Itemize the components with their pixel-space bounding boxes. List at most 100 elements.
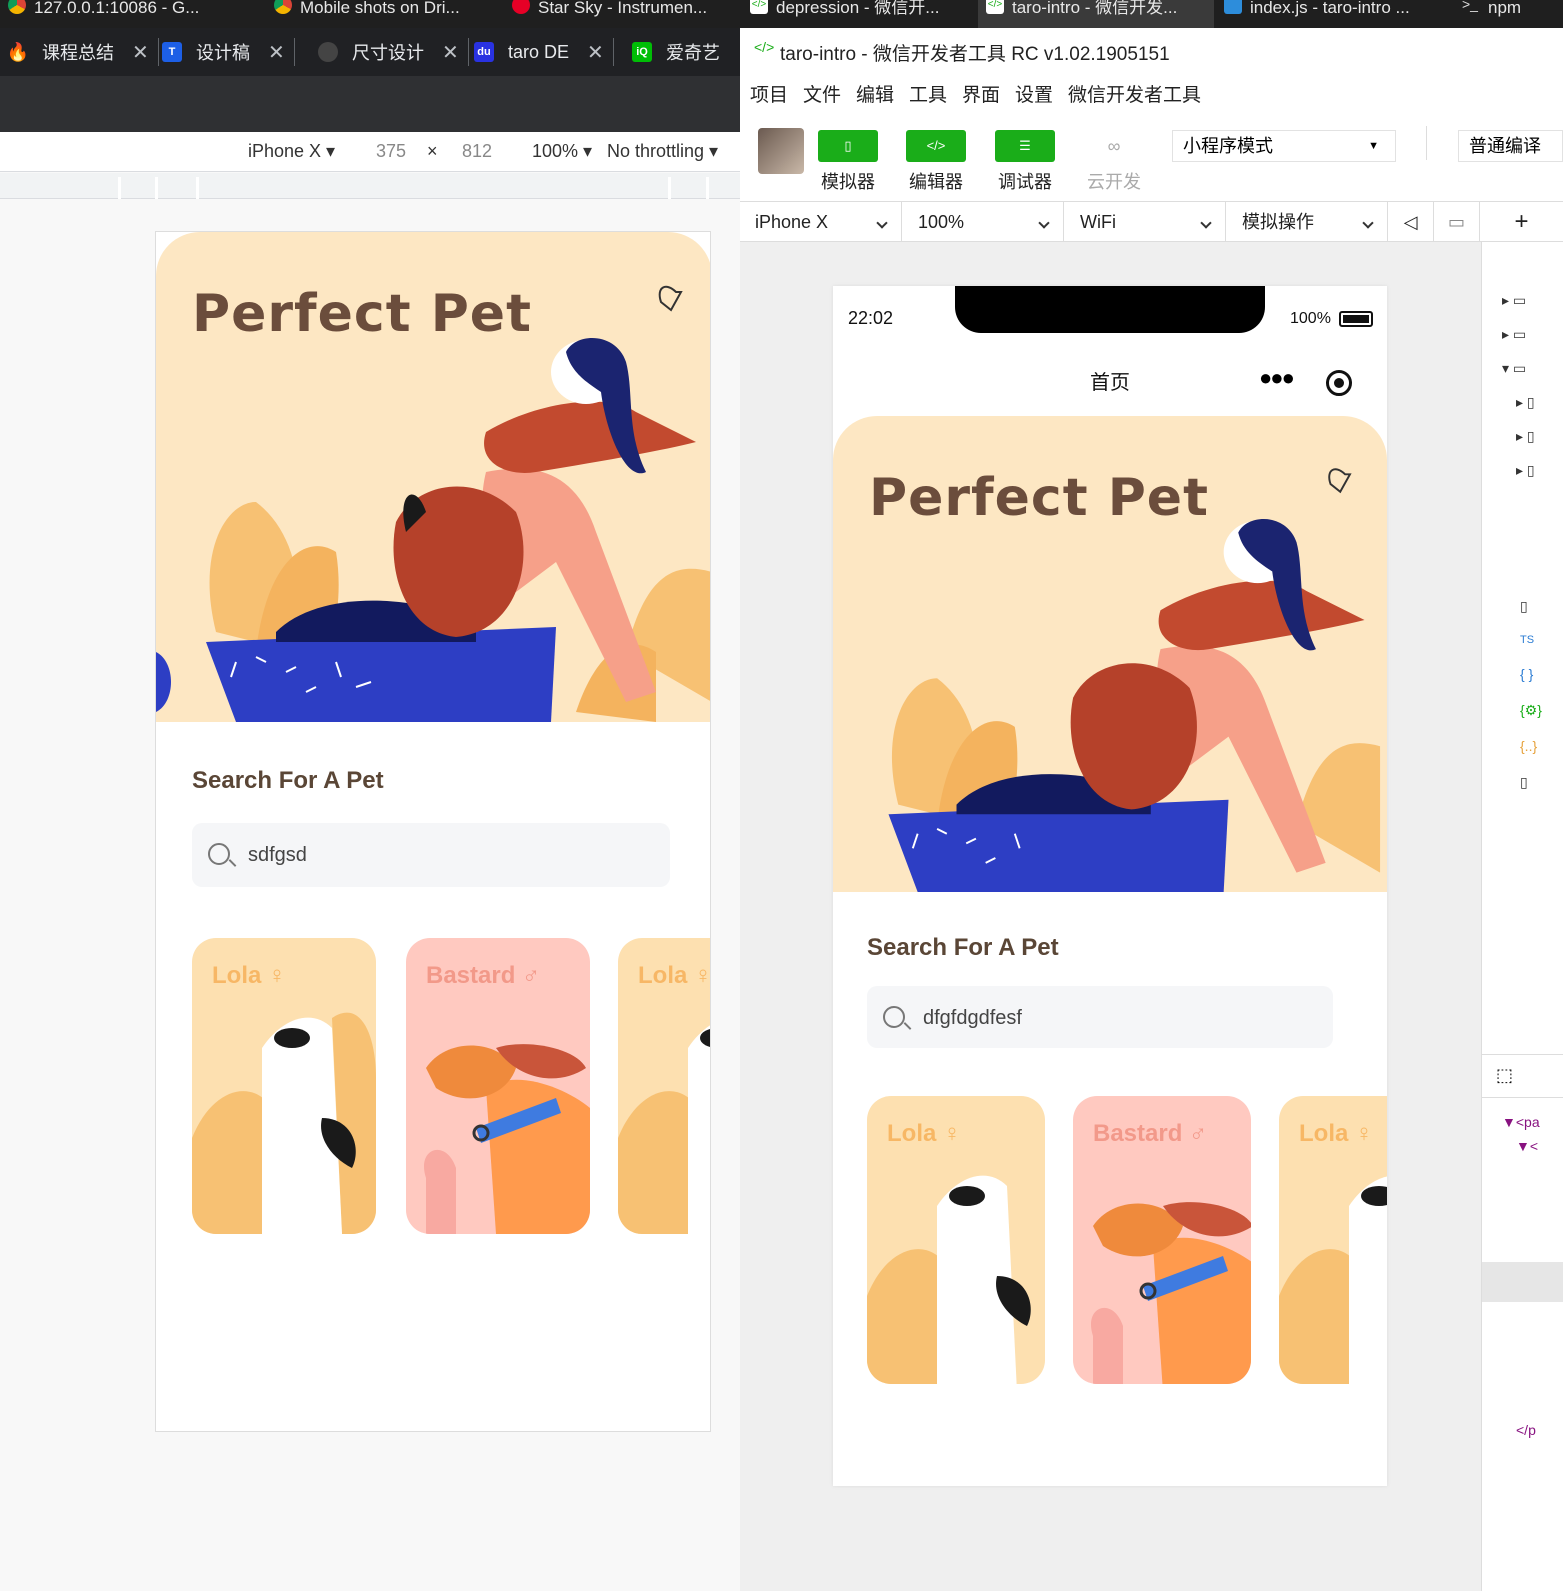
tab-iqiyi[interactable]: iQ 爱奇艺 [632,34,720,70]
close-tab-icon[interactable]: ✕ [587,40,604,65]
search-input[interactable]: sdfgsd [192,823,670,887]
mode-select[interactable]: 小程序模式 ▼ [1172,130,1396,162]
cloud-dev-button[interactable]: ∞ 云开发 [1084,130,1144,194]
status-time: 22:02 [848,308,894,328]
menu-tools[interactable]: 工具 [909,80,947,107]
menu-settings[interactable]: 设置 [1015,80,1053,107]
simulator-button[interactable]: ▯ 模拟器 [818,130,878,194]
taskbar-label: npm [1488,0,1522,17]
zoom-select[interactable]: 100% ▾ [532,141,592,162]
simulate-ops-select[interactable]: 模拟操作 [1226,202,1388,242]
device-select[interactable]: iPhone X ▾ [248,141,335,162]
menu-file[interactable]: 文件 [803,80,841,107]
section-title: Search For A Pet [192,767,384,794]
wxss-file-icon[interactable]: {..} [1520,738,1537,754]
file-icon[interactable]: ▯ [1520,598,1528,615]
taskbar-label: depression - 微信开... [776,0,940,17]
pet-card[interactable]: Lola ♀ [192,938,376,1234]
caret-down-icon [1200,217,1212,229]
search-input[interactable]: dfgfdgdfesf [867,986,1333,1048]
device-value: iPhone X [755,212,829,232]
device-select[interactable]: iPhone X [740,202,902,242]
code-line: ▼< [1516,1138,1539,1154]
mode-value: 小程序模式 [1183,136,1273,156]
tab-taro[interactable]: du taro DE ✕ [474,34,614,70]
hero-banner: Perfect Pet [833,416,1387,892]
simulator-label: 模拟器 [821,172,875,192]
folder-icon[interactable]: ▸ ▭ [1502,326,1526,343]
tab-course-summary[interactable]: 🔥 课程总结 ✕ [7,34,159,70]
dimension-separator: × [427,141,438,161]
pet-card[interactable]: Bastard ♂ [406,938,590,1234]
taskbar-label: 127.0.0.1:10086 - G... [34,0,200,17]
taskbar-item-wechat-depression[interactable]: </> depression - 微信开... [742,0,978,28]
tab-label: 课程总结 [42,43,114,63]
netease-music-icon [512,0,530,14]
debugger-button[interactable]: ☰ 调试器 [995,130,1055,194]
selected-node-highlight [1482,1262,1563,1302]
config-file-icon[interactable]: {⚙} [1520,702,1542,719]
menu-wechat-devtools[interactable]: 微信开发者工具 [1068,80,1201,107]
debugger-label: 调试器 [998,172,1052,192]
close-capsule-icon[interactable] [1326,370,1352,396]
network-select[interactable]: WiFi [1064,202,1226,242]
taskbar-item-netease[interactable]: Star Sky - Instrumen... [504,0,740,28]
folder-icon[interactable]: ▸ ▯ [1516,394,1535,411]
iqiyi-icon: iQ [632,42,652,62]
more-icon[interactable]: ●●● [1259,367,1295,389]
detach-button[interactable]: ▭ [1434,202,1480,242]
wechat-devtools-icon: </> [986,0,1004,14]
phone-notch [955,286,1265,333]
code-line: </p [1516,1422,1536,1438]
tab-label: 爱奇艺 [666,43,720,63]
menu-interface[interactable]: 界面 [962,80,1000,107]
menu-edit[interactable]: 编辑 [856,80,894,107]
taskbar-item-vscode[interactable]: index.js - taro-intro ... [1216,0,1452,28]
avatar[interactable] [758,128,804,174]
address-bar-area [0,76,740,132]
taskbar-item-npm[interactable]: >_ npm [1454,0,1563,28]
zoom-select[interactable]: 100% [902,202,1064,242]
close-tab-icon[interactable]: ✕ [132,40,149,65]
wechat-devtools-window: </> taro-intro - 微信开发者工具 RC v1.02.190515… [740,28,1563,1591]
pet-card[interactable]: Lola ♀ [867,1096,1045,1384]
height-input[interactable]: 812 [462,141,492,162]
file-icon[interactable]: ▯ [1520,774,1528,791]
json-file-icon[interactable]: { } [1520,666,1533,682]
chrome-window: 🔥 课程总结 ✕ T 设计稿 ✕ 尺寸设计 ✕ du taro DE ✕ iQ … [0,28,740,1591]
code-line: ▼<pa [1502,1114,1540,1130]
taskbar-label: Star Sky - Instrumen... [538,0,708,17]
folder-open-icon[interactable]: ▾ ▭ [1502,360,1526,377]
simulator-phone: 22:02 100% 首页 ●●● Perfect Pet Search For… [833,286,1387,1486]
folder-icon[interactable]: ▸ ▯ [1516,462,1535,479]
taskbar-item-dribbble[interactable]: Mobile shots on Dri... [266,0,502,28]
folder-icon[interactable]: ▸ ▭ [1502,292,1526,309]
chrome-tab-strip: 🔥 课程总结 ✕ T 设计稿 ✕ 尺寸设计 ✕ du taro DE ✕ iQ … [0,28,740,76]
add-button[interactable]: + [1480,202,1563,242]
mute-button[interactable]: ◁ [1388,202,1434,242]
taskbar-item-chrome[interactable]: 127.0.0.1:10086 - G... [0,0,262,28]
editor-button[interactable]: </> 编辑器 [906,130,966,194]
zoom-value: 100% [918,212,965,232]
pet-card[interactable]: Lola ♀ [618,938,710,1234]
menu-bar: 项目 文件 编辑 工具 界面 设置 微信开发者工具 [740,74,1563,118]
inspect-cursor-icon[interactable]: ⬚ [1496,1065,1513,1086]
pet-card[interactable]: Bastard ♂ [1073,1096,1251,1384]
taskbar-item-wechat-taro[interactable]: </> taro-intro - 微信开发... [978,0,1214,28]
folder-icon[interactable]: ▸ ▯ [1516,428,1535,445]
tab-design[interactable]: T 设计稿 ✕ [162,34,295,70]
pet-name: Bastard ♂ [1093,1120,1208,1147]
throttle-select[interactable]: No throttling ▾ [607,141,718,162]
menu-project[interactable]: 项目 [750,80,788,107]
wechat-devtools-icon: </> [754,39,775,55]
close-tab-icon[interactable]: ✕ [268,40,285,65]
pet-card[interactable]: Lola ♀ [1279,1096,1387,1384]
width-input[interactable]: 375 [376,141,406,162]
simulate-ops-value: 模拟操作 [1242,212,1314,232]
close-tab-icon[interactable]: ✕ [442,40,459,65]
baidu-paw-icon: du [474,42,494,62]
ts-file-icon[interactable]: TS [1520,634,1534,646]
tab-size-design[interactable]: 尺寸设计 ✕ [318,34,469,70]
compile-select[interactable]: 普通编译 [1458,130,1563,162]
taskbar-label: Mobile shots on Dri... [300,0,460,17]
